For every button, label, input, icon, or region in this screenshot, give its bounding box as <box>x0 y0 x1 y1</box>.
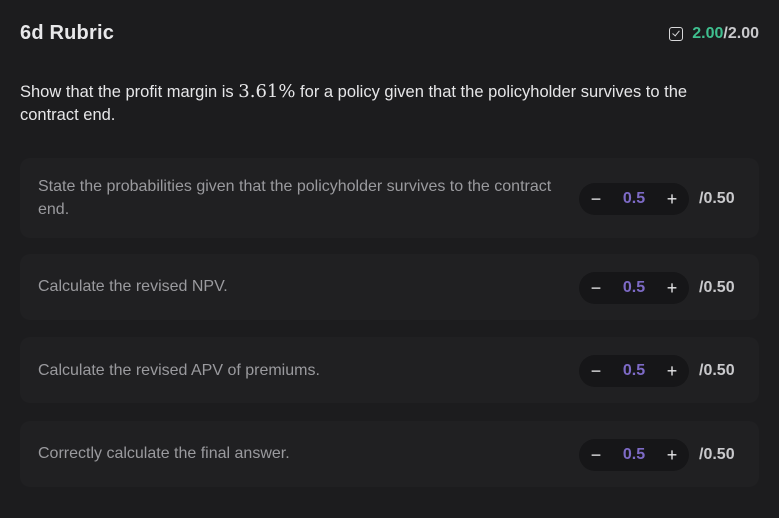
decrement-button[interactable]: − <box>581 272 611 304</box>
rubric-title: 6d Rubric <box>20 22 115 44</box>
criterion-card: State the probabilities given that the p… <box>20 158 759 238</box>
prompt-text-start: Show that the profit margin is <box>20 83 239 101</box>
increment-button[interactable]: + <box>657 272 687 304</box>
increment-button[interactable]: + <box>657 439 687 471</box>
checkbox-checked-icon <box>669 27 684 41</box>
criterion-max-score: /0.50 <box>699 362 735 379</box>
increment-button[interactable]: + <box>657 355 687 387</box>
rubric-header: 6d Rubric 2.00 / 2.00 <box>20 22 759 50</box>
increment-button[interactable]: + <box>657 183 687 215</box>
score-stepper: − 0.5 + <box>579 439 689 471</box>
criterion-card: Calculate the revised NPV. − 0.5 + /0.50 <box>20 254 759 320</box>
criterion-max-score: /0.50 <box>699 190 735 207</box>
rubric-score: 2.00 / 2.00 <box>669 25 759 43</box>
score-total: 2.00 <box>727 25 759 42</box>
stepper-value[interactable]: 0.5 <box>609 439 659 471</box>
score-earned: 2.00 <box>692 25 724 42</box>
decrement-button[interactable]: − <box>581 355 611 387</box>
criterion-label: Calculate the revised NPV. <box>38 278 228 295</box>
criterion-max-score: /0.50 <box>699 446 735 463</box>
stepper-value[interactable]: 0.5 <box>609 355 659 387</box>
criterion-label: Correctly calculate the final answer. <box>38 445 290 462</box>
stepper-value[interactable]: 0.5 <box>609 183 659 215</box>
criterion-card: Calculate the revised APV of premiums. −… <box>20 337 759 403</box>
criterion-label: Calculate the revised APV of premiums. <box>38 362 320 379</box>
score-stepper: − 0.5 + <box>579 355 689 387</box>
criterion-label: State the probabilities given that the p… <box>38 178 552 218</box>
prompt-math: 3.61% <box>238 81 296 102</box>
question-prompt: Show that the profit margin is 3.61% for… <box>20 80 750 127</box>
criterion-max-score: /0.50 <box>699 279 735 296</box>
decrement-button[interactable]: − <box>581 439 611 471</box>
criterion-card: Correctly calculate the final answer. − … <box>20 421 759 487</box>
score-stepper: − 0.5 + <box>579 272 689 304</box>
score-stepper: − 0.5 + <box>579 183 689 215</box>
stepper-value[interactable]: 0.5 <box>609 272 659 304</box>
decrement-button[interactable]: − <box>581 183 611 215</box>
